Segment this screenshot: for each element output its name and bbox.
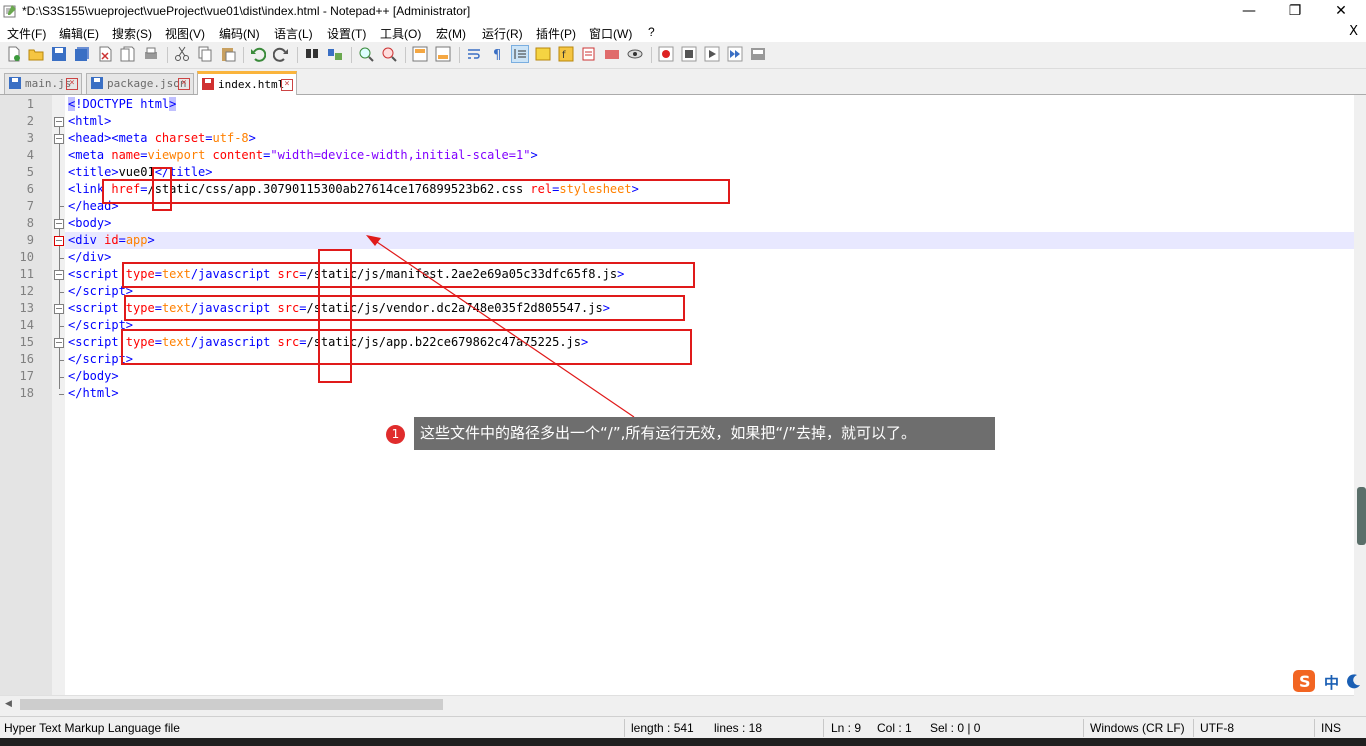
- close-file-icon[interactable]: [97, 46, 113, 62]
- save-all-icon[interactable]: [74, 46, 90, 62]
- menu-encoding[interactable]: 编码(N): [219, 25, 260, 42]
- restore-button[interactable]: ❐: [1272, 0, 1318, 22]
- annotation-arrow-icon: [366, 235, 635, 418]
- menu-tools[interactable]: 工具(O): [380, 25, 421, 42]
- editor-area[interactable]: 1 2 3 4 5 6 7 8 9 10 11 12 13 14 15 16 1…: [0, 95, 1366, 695]
- horizontal-scroll-thumb[interactable]: [20, 699, 443, 710]
- record-macro-icon[interactable]: [658, 46, 674, 62]
- replace-icon[interactable]: [327, 46, 343, 62]
- menu-window[interactable]: 窗口(W): [589, 25, 632, 42]
- open-file-icon[interactable]: [28, 46, 44, 62]
- menu-bar: 文件(F) 编辑(E) 搜索(S) 视图(V) 编码(N) 语言(L) 设置(T…: [0, 22, 1366, 42]
- vertical-scroll-thumb[interactable]: [1357, 487, 1366, 545]
- zoom-out-icon[interactable]: [381, 46, 397, 62]
- vertical-scrollbar[interactable]: [1354, 95, 1366, 695]
- annotation-callout: 这些文件中的路径多出一个“/”,所有运行无效，如果把“/”去掉，就可以了。: [414, 417, 995, 450]
- file-saved-icon: [9, 77, 21, 89]
- find-icon[interactable]: [304, 46, 320, 62]
- stop-macro-icon[interactable]: [681, 46, 697, 62]
- close-tab-icon[interactable]: ×: [281, 79, 293, 91]
- preview-icon[interactable]: [627, 46, 643, 62]
- status-lines: lines : 18: [714, 721, 763, 735]
- menu-file[interactable]: 文件(F): [7, 25, 46, 42]
- status-eol: Windows (CR LF): [1090, 721, 1185, 735]
- tab-label: package.json: [107, 77, 187, 90]
- status-length: length : 541: [631, 721, 694, 735]
- tab-label: main.js: [25, 77, 72, 90]
- indent-guide-icon[interactable]: [511, 45, 529, 63]
- copy-icon[interactable]: [197, 46, 213, 62]
- monitoring-icon[interactable]: [604, 46, 620, 62]
- paste-icon[interactable]: [220, 46, 236, 62]
- redo-icon[interactable]: [273, 46, 289, 62]
- menu-language[interactable]: 语言(L): [274, 25, 313, 42]
- tab-label: index.html: [218, 78, 285, 91]
- svg-text:S: S: [1299, 672, 1311, 691]
- menu-plugins[interactable]: 插件(P): [536, 25, 576, 42]
- window-title: *D:\S3S155\vueproject\vueProject\vue01\d…: [22, 4, 471, 18]
- scroll-left-icon[interactable]: ◀: [5, 699, 12, 709]
- menu-macro[interactable]: 宏(M): [436, 25, 466, 42]
- annotation-number-badge: 1: [386, 425, 405, 444]
- status-bar: Hyper Text Markup Language file length :…: [0, 716, 1366, 739]
- run-macro-multiple-icon[interactable]: [727, 46, 743, 62]
- ime-toolbar[interactable]: S 中: [1290, 668, 1366, 694]
- menu-help[interactable]: ?: [648, 25, 655, 39]
- new-file-icon[interactable]: [6, 46, 22, 62]
- menu-search[interactable]: 搜索(S): [112, 25, 152, 42]
- doc-map-icon[interactable]: [535, 46, 551, 62]
- status-line: Ln : 9: [831, 721, 862, 735]
- status-encoding: UTF-8: [1200, 721, 1234, 735]
- status-selection: Sel : 0 | 0: [930, 721, 981, 735]
- save-icon[interactable]: [51, 46, 67, 62]
- menu-view[interactable]: 视图(V): [165, 25, 205, 42]
- tab-bar: main.js × package.json × index.html ×: [0, 70, 1366, 97]
- sogou-logo-icon[interactable]: S: [1292, 669, 1316, 693]
- print-icon[interactable]: [143, 46, 159, 62]
- status-file-type: Hyper Text Markup Language file: [4, 721, 180, 735]
- tab-main-js[interactable]: main.js ×: [4, 73, 82, 94]
- svg-text:¶: ¶: [493, 48, 501, 62]
- moon-icon[interactable]: [1346, 673, 1362, 689]
- tab-package-json[interactable]: package.json ×: [86, 73, 194, 94]
- tab-index-html[interactable]: index.html ×: [197, 71, 297, 97]
- file-saved-icon: [91, 77, 103, 89]
- notepadpp-icon: [3, 5, 16, 18]
- undo-icon[interactable]: [250, 46, 266, 62]
- close-document-button[interactable]: X: [1349, 24, 1358, 39]
- sync-vertical-icon[interactable]: [412, 46, 428, 62]
- close-tab-icon[interactable]: ×: [178, 78, 190, 90]
- function-list-icon[interactable]: f: [558, 46, 574, 62]
- toolbar: ¶ f: [0, 42, 1366, 69]
- show-all-chars-icon[interactable]: ¶: [489, 46, 505, 62]
- status-column: Col : 1: [877, 721, 912, 735]
- close-window-button[interactable]: ✕: [1318, 0, 1364, 22]
- menu-settings[interactable]: 设置(T): [327, 25, 366, 42]
- ime-mode-label[interactable]: 中: [1324, 672, 1339, 693]
- word-wrap-icon[interactable]: [466, 46, 482, 62]
- file-modified-icon: [202, 78, 214, 90]
- close-all-icon[interactable]: [120, 46, 136, 62]
- play-macro-icon[interactable]: [704, 46, 720, 62]
- title-bar: *D:\S3S155\vueproject\vueProject\vue01\d…: [0, 0, 1366, 22]
- svg-text:f: f: [562, 50, 566, 61]
- zoom-in-icon[interactable]: [358, 46, 374, 62]
- menu-run[interactable]: 运行(R): [482, 25, 523, 42]
- close-tab-icon[interactable]: ×: [66, 78, 78, 90]
- sync-horizontal-icon[interactable]: [435, 46, 451, 62]
- cut-icon[interactable]: [174, 46, 190, 62]
- save-macro-icon[interactable]: [750, 46, 766, 62]
- taskbar: [0, 738, 1366, 746]
- horizontal-scrollbar[interactable]: ◀: [0, 695, 1354, 713]
- folder-workspace-icon[interactable]: [581, 46, 597, 62]
- status-insert-mode: INS: [1321, 721, 1342, 735]
- menu-edit[interactable]: 编辑(E): [59, 25, 99, 42]
- minimize-button[interactable]: —: [1226, 0, 1272, 22]
